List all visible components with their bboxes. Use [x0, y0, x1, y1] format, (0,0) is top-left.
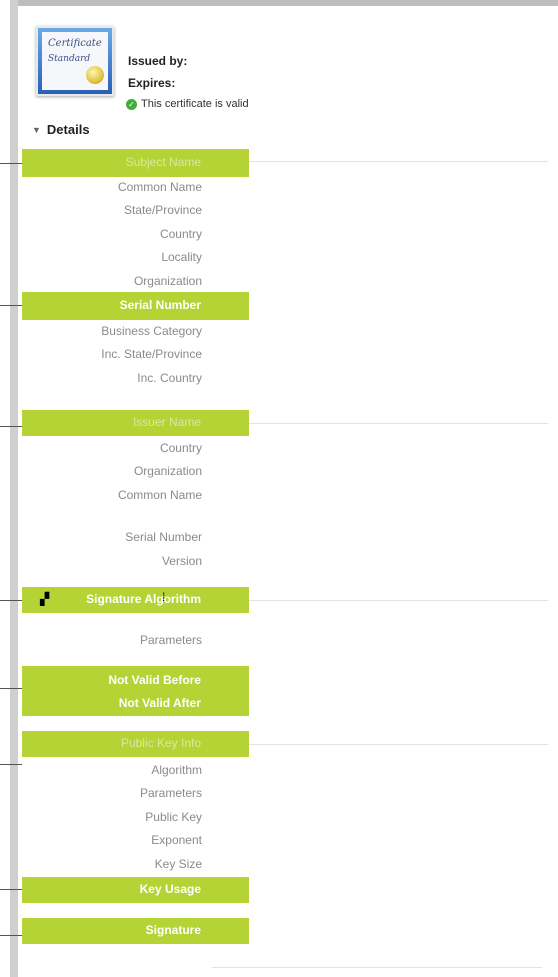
field-label-highlighted: Signature: [145, 923, 201, 937]
section-title: Subject Name: [125, 155, 201, 169]
field-label: Serial Number: [125, 530, 202, 544]
check-icon: ✓: [126, 98, 137, 110]
issued-by-label: Issued by:: [128, 54, 188, 68]
section-divider: [249, 744, 548, 745]
field-label-highlighted: Key Usage: [139, 882, 201, 896]
section-header-public-key: Public Key Info: [22, 731, 249, 757]
certificate-icon-subtext: Standard: [48, 54, 91, 64]
field-label: Parameters: [139, 786, 202, 800]
expires-label: Expires:: [128, 76, 176, 90]
field-label: Country: [159, 227, 202, 241]
field-label: Version: [161, 554, 202, 568]
section-header-signature-algorithm: Signature Algorithm: [22, 587, 249, 613]
section-divider: [249, 423, 548, 424]
field-label: Locality: [161, 250, 202, 264]
annotation-line: [0, 688, 22, 689]
window-left-border: [10, 0, 18, 977]
text-cursor-icon: ⁞: [162, 590, 166, 604]
section-divider: [249, 600, 548, 601]
field-label: State/Province: [123, 203, 202, 217]
field-label: Algorithm: [151, 763, 202, 777]
bottom-divider: [212, 967, 542, 968]
validity-status: ✓ This certificate is valid: [126, 98, 249, 110]
validity-status-text: This certificate is valid: [141, 98, 249, 110]
field-label-highlighted: Not Valid After: [118, 696, 201, 710]
field-label: Country: [159, 441, 202, 455]
field-label: Organization: [133, 274, 202, 288]
section-title: Issuer Name: [132, 415, 201, 429]
highlight-signature: Signature: [22, 918, 249, 944]
field-label: Common Name: [117, 488, 202, 502]
section-header-issuer: Issuer Name: [22, 410, 249, 436]
field-label-highlighted: Serial Number: [119, 298, 201, 312]
section-divider: [249, 161, 548, 162]
field-label: Key Size: [154, 857, 202, 871]
field-label: Inc. State/Province: [101, 347, 202, 361]
details-disclosure[interactable]: ▼ Details: [32, 122, 90, 137]
field-label: Business Category: [101, 324, 202, 338]
field-label-highlighted: Not Valid Before: [108, 673, 201, 687]
cursor-icon: ▞: [40, 592, 50, 606]
section-header-subject: Subject Name: [22, 149, 249, 177]
field-label: Inc. Country: [137, 371, 202, 385]
field-label: Exponent: [151, 833, 202, 847]
section-title: Public Key Info: [120, 736, 201, 750]
annotation-line: [0, 764, 22, 765]
field-label: Organization: [133, 464, 202, 478]
highlight-validity: Not Valid Before Not Valid After: [22, 666, 249, 716]
highlight-key-usage: Key Usage: [22, 877, 249, 903]
field-label: Public Key: [145, 810, 202, 824]
field-label: Common Name: [117, 180, 202, 194]
window-top-border: [10, 0, 558, 6]
seal-icon: [86, 66, 104, 84]
field-label: Parameters: [139, 633, 202, 647]
details-label: Details: [46, 122, 90, 137]
disclosure-triangle-icon[interactable]: ▼: [32, 125, 41, 135]
certificate-icon-text: Certificate: [48, 38, 102, 49]
highlight-serial-number: Serial Number: [22, 292, 249, 320]
section-title: Signature Algorithm: [86, 592, 201, 606]
certificate-icon: Certificate Standard: [36, 26, 114, 96]
